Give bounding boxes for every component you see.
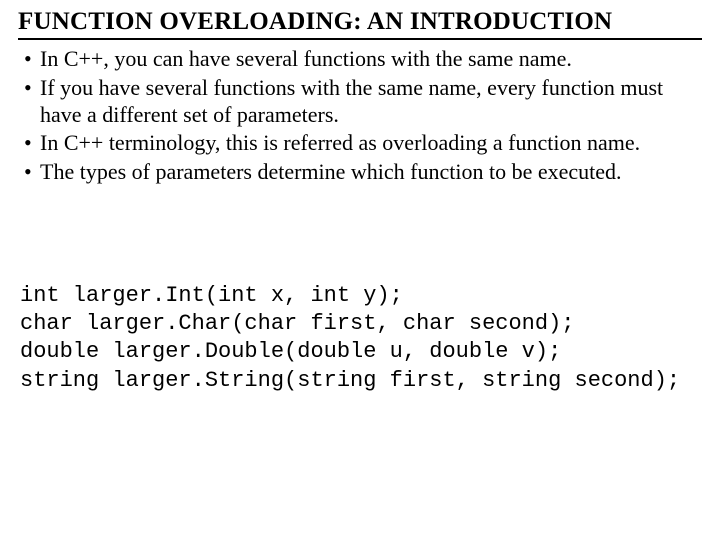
bullet-item: The types of parameters determine which … (24, 159, 700, 186)
bullet-item: If you have several functions with the s… (24, 75, 700, 129)
bullet-list: In C++, you can have several functions w… (18, 46, 702, 186)
code-block: int larger.Int(int x, int y); char large… (18, 282, 702, 395)
code-line: int larger.Int(int x, int y); (20, 282, 702, 310)
code-line: string larger.String(string first, strin… (20, 367, 702, 395)
bullet-item: In C++, you can have several functions w… (24, 46, 700, 73)
slide: FUNCTION OVERLOADING: AN INTRODUCTION In… (0, 0, 720, 540)
code-line: char larger.Char(char first, char second… (20, 310, 702, 338)
code-line: double larger.Double(double u, double v)… (20, 338, 702, 366)
bullet-item: In C++ terminology, this is referred as … (24, 130, 700, 157)
slide-title: FUNCTION OVERLOADING: AN INTRODUCTION (18, 8, 702, 40)
